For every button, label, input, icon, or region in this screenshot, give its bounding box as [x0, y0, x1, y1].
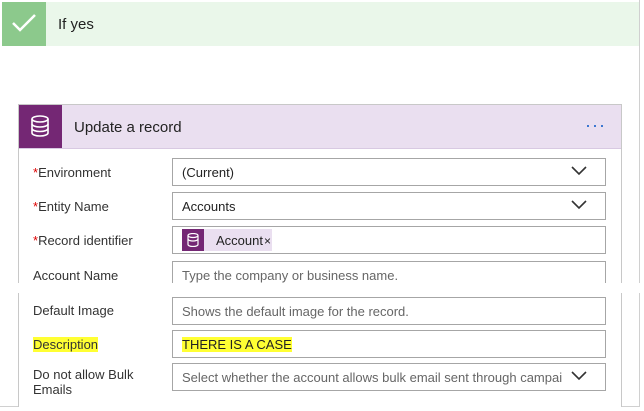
more-options-button[interactable]: ··· [585, 115, 606, 136]
check-icon-box [2, 2, 46, 46]
default-image-input[interactable]: Shows the default image for the record. [172, 297, 606, 325]
token-remove-button[interactable]: × [264, 234, 271, 248]
condition-title: If yes [58, 16, 94, 33]
account-name-placeholder: Type the company or business name. [182, 268, 399, 283]
chevron-down-icon [571, 200, 587, 210]
environment-dropdown[interactable]: (Current) [172, 158, 606, 186]
condition-branch-header[interactable]: If yes [2, 2, 639, 46]
database-icon [187, 233, 199, 247]
token-icon-box [182, 229, 204, 251]
database-icon-box [19, 105, 62, 148]
update-record-card: Update a record ··· *Environment (Curren… [18, 104, 622, 407]
token-label: Account [216, 233, 263, 248]
environment-label: *Environment [33, 165, 112, 180]
bulk-emails-label: Do not allow Bulk Emails [33, 367, 134, 397]
bulk-emails-dropdown[interactable]: Select whether the account allows bulk e… [172, 363, 606, 391]
bulk-emails-placeholder: Select whether the account allows bulk e… [182, 370, 562, 385]
chevron-down-icon [571, 166, 587, 176]
description-label: Description [33, 337, 99, 352]
card-header[interactable]: Update a record ··· [19, 105, 621, 149]
entity-name-value: Accounts [182, 199, 236, 214]
environment-value: (Current) [182, 165, 235, 180]
screenshot-splice-gap [0, 283, 644, 293]
account-token[interactable]: Account × [182, 229, 272, 251]
account-name-label: Account Name [33, 268, 119, 283]
default-image-label: Default Image [33, 303, 114, 318]
chevron-down-icon [571, 371, 587, 381]
default-image-placeholder: Shows the default image for the record. [182, 304, 409, 319]
card-title: Update a record [74, 119, 182, 136]
description-input[interactable]: THERE IS A CASE [172, 330, 606, 358]
record-identifier-field[interactable]: Account × [172, 226, 606, 254]
record-identifier-label: *Record identifier [33, 233, 133, 248]
entity-name-label: *Entity Name [33, 199, 109, 214]
check-icon [12, 14, 36, 32]
entity-name-dropdown[interactable]: Accounts [172, 192, 606, 220]
description-value: THERE IS A CASE [182, 337, 292, 352]
database-icon [31, 115, 49, 137]
